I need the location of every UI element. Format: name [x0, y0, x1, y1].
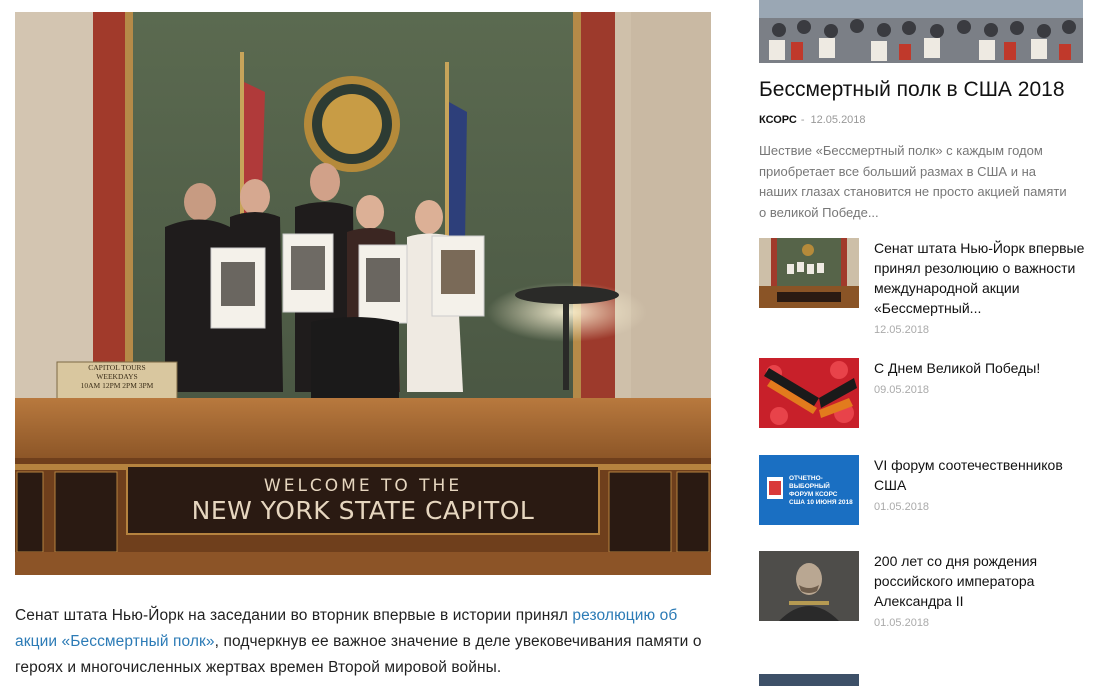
sidebar-item-thumbnail[interactable] — [759, 551, 859, 621]
sidebar: Бессмертный полк в США 2018 КСОРС -12.05.… — [759, 0, 1089, 686]
sidebar-item-thumbnail[interactable]: ОТЧЕТНО-ВЫБОРНЫЙ ФОРУМ КСОРС США 10 ИЮНЯ… — [759, 455, 859, 525]
sidebar-item-date: 01.05.2018 — [874, 501, 930, 513]
featured-meta: КСОРС -12.05.2018 — [759, 113, 1089, 127]
march-crowd-photo — [759, 0, 1083, 63]
article-main: WELCOME TO THE NEW YORK STATE CAPITOL CA… — [15, 12, 711, 681]
desk-sign-line1: WELCOME TO THE — [263, 476, 463, 496]
ribbon-thumb-image — [759, 358, 859, 428]
featured-author[interactable]: КСОРС — [759, 114, 797, 126]
sidebar-item-date: 01.05.2018 — [874, 617, 930, 629]
sidebar-item-date: 09.05.2018 — [874, 384, 930, 396]
forum-thumb-text: ОТЧЕТНО-ВЫБОРНЫЙ ФОРУМ КСОРС США 10 ИЮНЯ… — [789, 475, 853, 506]
sidebar-item-title[interactable]: Сенат штата Нью-Йорк впервые принял резо… — [874, 238, 1089, 318]
caption-text-before: Сенат штата Нью-Йорк на заседании во вто… — [15, 607, 573, 624]
emperor-portrait-thumb — [759, 551, 859, 621]
sidebar-item-thumbnail[interactable] — [759, 238, 859, 308]
featured-thumbnail[interactable] — [759, 0, 1083, 63]
sidebar-item-thumbnail[interactable] — [759, 358, 859, 428]
tours-sign-line2: WEEKDAYS — [96, 372, 138, 381]
sidebar-item-title[interactable]: С Днем Великой Победы! — [874, 358, 1089, 378]
sidebar-next-thumbnail[interactable] — [759, 674, 859, 686]
article-photo[interactable]: WELCOME TO THE NEW YORK STATE CAPITOL CA… — [15, 12, 711, 575]
tours-sign-line3: 10AM 12PM 2PM 3PM — [80, 381, 154, 390]
featured-title[interactable]: Бессмертный полк в США 2018 — [759, 77, 1089, 103]
desk-sign-line2: NEW YORK STATE CAPITOL — [191, 496, 535, 525]
sidebar-item-title[interactable]: VI форум соотечественников США — [874, 455, 1089, 495]
tours-sign: CAPITOL TOURS WEEKDAYS 10AM 12PM 2PM 3PM — [57, 363, 177, 390]
sidebar-item-date: 12.05.2018 — [874, 324, 930, 336]
meta-separator: - — [800, 114, 805, 126]
sidebar-item-title[interactable]: 200 лет со дня рождения российского импе… — [874, 551, 1089, 611]
tours-sign-line1: CAPITOL TOURS — [88, 363, 146, 372]
senate-thumb-image — [759, 238, 859, 308]
featured-date: 12.05.2018 — [810, 114, 866, 126]
featured-excerpt: Шествие «Бессмертный полк» с каждым годо… — [759, 143, 1067, 220]
article-caption: Сенат штата Нью-Йорк на заседании во вто… — [15, 603, 711, 681]
